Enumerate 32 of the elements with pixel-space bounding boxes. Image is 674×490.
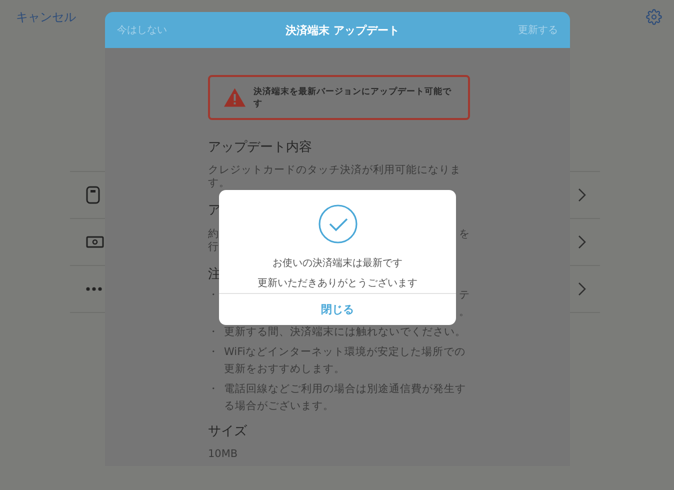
text-fragment: 。: [459, 305, 470, 320]
list-item-text: 更新する間、決済端末には触れないでください。: [224, 325, 467, 340]
chevron-right-icon: [578, 188, 586, 202]
text-fragment: 行: [208, 241, 219, 254]
chevron-right-icon: [578, 235, 586, 249]
cancel-link[interactable]: キャンセル: [16, 8, 76, 26]
sheet-title: 決済端末 アップデート: [286, 22, 400, 38]
banknote-icon: [86, 236, 104, 248]
bullet: ・: [208, 288, 220, 303]
bullet: ・: [208, 325, 220, 340]
section-heading: アップデート内容: [208, 139, 312, 157]
text-fragment: 約: [208, 228, 219, 241]
bullet: ・: [208, 382, 220, 397]
chevron-right-icon: [578, 282, 586, 296]
section-heading: サイズ: [208, 423, 247, 441]
check-circle-icon: [318, 204, 358, 244]
warning-icon: [224, 88, 246, 107]
list-item-text: 電話回線などご利用の場合は別途通信費が発生する場合がございます。: [224, 382, 467, 414]
more-icon: [86, 287, 102, 291]
section-text: 10MB: [208, 448, 239, 461]
section-text: クレジットカードのタッチ決済が利用可能になります。: [208, 164, 462, 190]
settings-icon[interactable]: [646, 9, 662, 25]
dialog-message: お使いの決済端末は最新です: [272, 256, 402, 270]
dialog-message: 更新いただきありがとうございます: [258, 276, 418, 290]
close-button[interactable]: 閉じる: [219, 293, 456, 325]
alert-text: 決済端末を最新バージョンにアップデート可能です: [254, 86, 453, 110]
text-fragment: テ: [459, 288, 470, 303]
card-terminal-icon: [86, 186, 100, 204]
list-item-text: WiFiなどインターネット環境が安定した場所での更新をおすすめします。: [224, 345, 466, 377]
text-fragment: を: [459, 228, 470, 241]
section-heading: ア: [208, 202, 221, 220]
bullet: ・: [208, 345, 220, 360]
